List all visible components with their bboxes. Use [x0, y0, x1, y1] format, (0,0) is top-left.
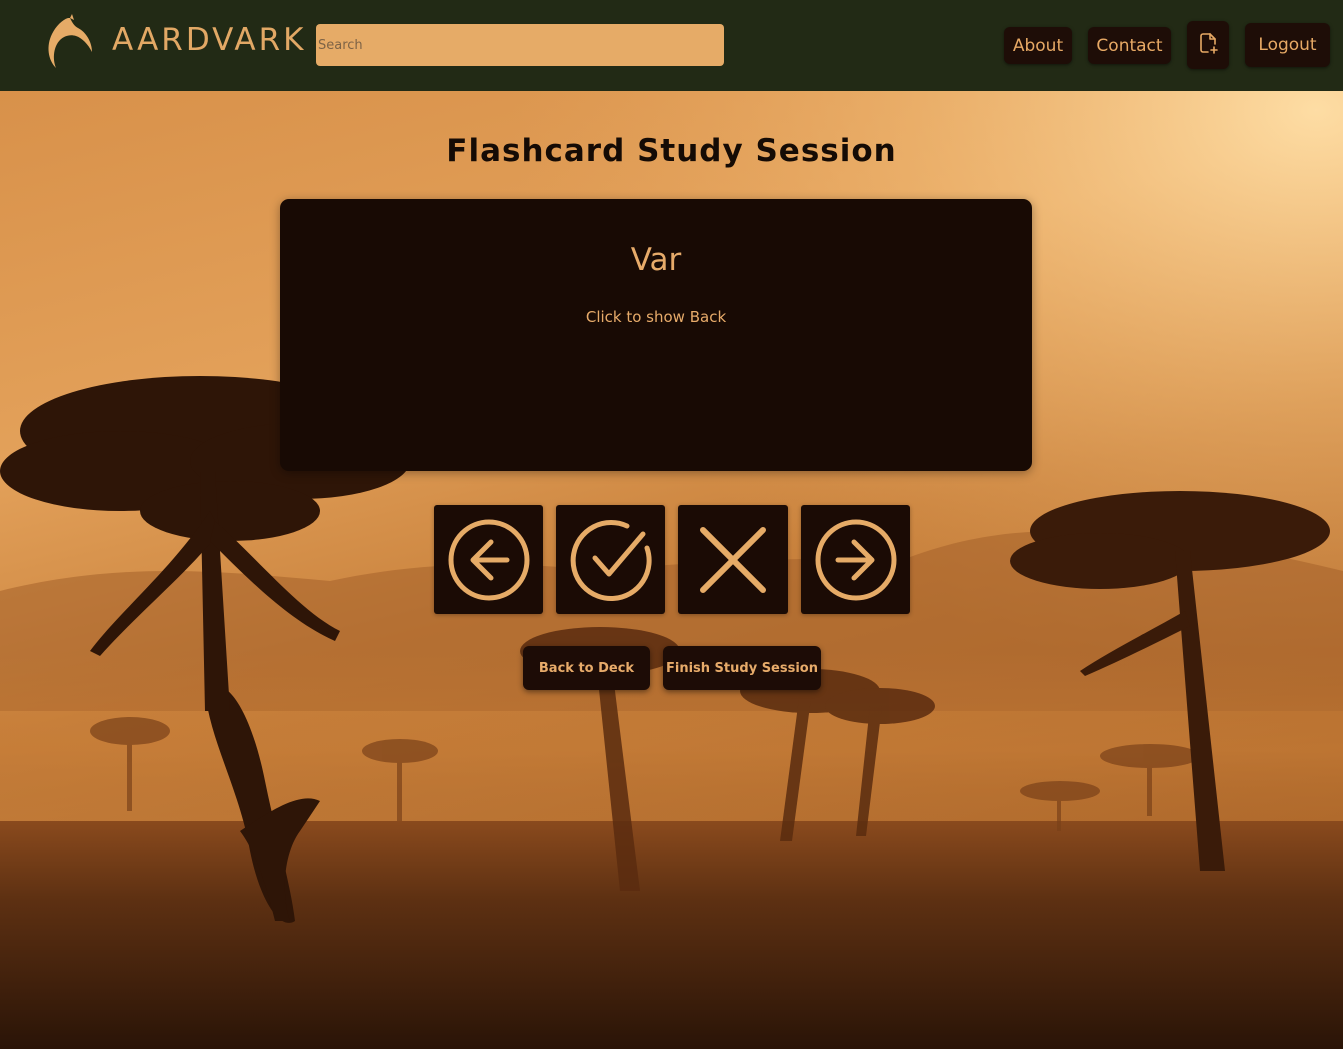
- navbar: AARDVARK About Contact Logout: [0, 0, 1343, 91]
- previous-card-button[interactable]: [434, 505, 543, 614]
- logout-button[interactable]: Logout: [1245, 23, 1330, 67]
- page-title: Flashcard Study Session: [446, 133, 897, 169]
- check-circle-icon: [569, 518, 653, 602]
- aardvark-logo-icon[interactable]: [42, 14, 94, 72]
- arrow-left-circle-icon: [447, 518, 531, 602]
- arrow-right-circle-icon: [814, 518, 898, 602]
- new-file-button[interactable]: [1187, 21, 1229, 69]
- mark-correct-button[interactable]: [556, 505, 665, 614]
- brand-name[interactable]: AARDVARK: [112, 22, 306, 58]
- x-icon: [691, 518, 775, 602]
- file-plus-icon: [1196, 31, 1220, 60]
- search-input[interactable]: [316, 24, 724, 66]
- about-button[interactable]: About: [1004, 27, 1072, 64]
- contact-button[interactable]: Contact: [1088, 27, 1171, 64]
- mark-incorrect-button[interactable]: [678, 505, 788, 614]
- back-to-deck-button[interactable]: Back to Deck: [523, 646, 650, 690]
- flashcard[interactable]: [280, 199, 1032, 471]
- next-card-button[interactable]: [801, 505, 910, 614]
- finish-session-button[interactable]: Finish Study Session: [663, 646, 821, 690]
